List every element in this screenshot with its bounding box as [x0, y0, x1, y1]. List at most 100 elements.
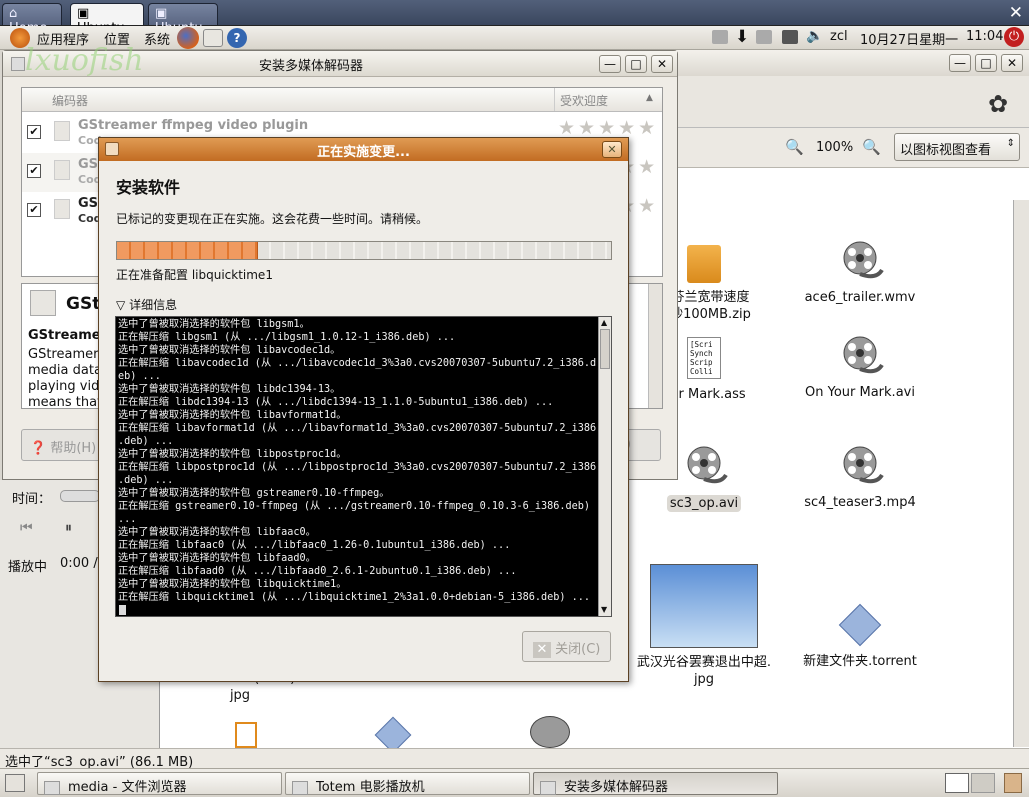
help-button-label: 帮助(H)	[50, 441, 97, 456]
close-button[interactable]: ✕	[651, 55, 673, 73]
bottom-taskbar: media - 文件浏览器 Totem 电影播放机 安装多媒体解码器	[0, 768, 1029, 797]
power-icon[interactable]: ⏻	[1004, 27, 1024, 47]
details-expander[interactable]: ▽ 详细信息	[116, 296, 177, 313]
workspace-1-icon[interactable]	[945, 773, 969, 793]
list-header: 编码器 受欢迎度 ▲	[22, 88, 662, 112]
checkbox-checked[interactable]: ✔	[27, 125, 41, 139]
close-icon[interactable]: ✕	[1009, 3, 1023, 23]
clock-time[interactable]: 11:04	[966, 29, 1003, 44]
help-button[interactable]: ❓ 帮助(H)	[21, 429, 107, 461]
show-desktop-icon[interactable]	[5, 774, 25, 792]
home-icon: ⌂	[9, 6, 18, 21]
zoom-out-icon[interactable]: 🔍	[785, 138, 804, 156]
detail-line: means that	[28, 395, 103, 409]
music-file-icon	[235, 722, 257, 748]
view-mode-select[interactable]: 以图标视图查看 ⇕	[894, 133, 1020, 161]
tab-ubuntu-active[interactable]: ▣ Ubuntu	[70, 3, 144, 36]
torrent-icon	[838, 603, 882, 647]
playback-time: 0:00 /	[60, 556, 98, 571]
codec-large-icon	[30, 290, 56, 316]
popularity-stars: ★★★★★	[558, 117, 659, 139]
chevron-updown-icon: ⇕	[1006, 138, 1015, 149]
clock-date[interactable]: 10月27日星期一	[860, 29, 958, 48]
close-button[interactable]: ✕	[1001, 54, 1023, 72]
codec-icon	[54, 160, 70, 180]
dialog-heading: 安装软件	[116, 178, 181, 197]
scroll-up-icon[interactable]: ▲	[601, 318, 607, 327]
script-line: [Scri	[690, 340, 713, 349]
script-line: Scrip	[690, 358, 713, 367]
install-progress-bar	[116, 241, 612, 260]
drive-icon[interactable]	[712, 30, 728, 44]
detail-scrollbar[interactable]	[648, 284, 662, 408]
sort-ascending-icon: ▲	[646, 93, 653, 103]
screen-icon: ▣	[155, 6, 168, 21]
file-name: 武汉光谷罢赛退出中超. jpg	[636, 655, 772, 687]
zoom-in-icon[interactable]: 🔍	[862, 138, 881, 156]
film-reel-icon	[680, 445, 728, 489]
film-reel-icon	[836, 240, 884, 284]
tab-home[interactable]: ⌂ Home	[2, 3, 62, 36]
taskbar-item-codec-installer[interactable]: 安装多媒体解码器	[533, 772, 778, 795]
file-item[interactable]: sc4_teaser3.mp4	[785, 445, 935, 510]
vnc-tab-bar: ⌂ Home ▣ Ubuntu ▣ Ubuntu ✕	[0, 0, 1029, 36]
user-name: zcl	[830, 29, 848, 44]
zoom-level: 100%	[816, 140, 854, 155]
taskbar-item-totem[interactable]: Totem 电影播放机	[285, 772, 530, 795]
file-item[interactable]: On Your Mark.avi	[785, 335, 935, 400]
close-dialog-button[interactable]: ✕ 关闭(C)	[522, 631, 611, 662]
help-icon: ❓	[30, 441, 47, 456]
maximize-button[interactable]: □	[975, 54, 997, 72]
film-reel-icon	[530, 716, 570, 748]
maximize-button[interactable]: □	[625, 55, 647, 73]
script-line: Synch	[690, 349, 713, 358]
download-icon[interactable]: ⬇	[735, 27, 749, 47]
terminal-scrollbar[interactable]: ▲ ▼	[598, 317, 611, 616]
close-button[interactable]: ✕	[602, 141, 622, 158]
taskbar-label: media - 文件浏览器	[68, 780, 187, 795]
dialog-titlebar: 正在实施变更... ✕	[99, 138, 628, 161]
checkbox-checked[interactable]: ✔	[27, 203, 41, 217]
gnome-foot-icon: ✿	[988, 90, 1009, 118]
dialog-title: 正在实施变更...	[317, 145, 410, 160]
volume-icon[interactable]: 🔈	[806, 28, 823, 44]
taskbar-item-file-browser[interactable]: media - 文件浏览器	[37, 772, 282, 795]
file-item[interactable]: 武汉光谷罢赛退出中超. jpg	[629, 564, 779, 688]
codec-icon	[54, 199, 70, 219]
column-header-popularity[interactable]: 受欢迎度	[554, 88, 608, 111]
minimize-button[interactable]: —	[949, 54, 971, 72]
seek-slider[interactable]	[60, 490, 100, 502]
file-item[interactable]: ace6_trailer.wmv	[785, 240, 935, 305]
column-header-codec[interactable]: 编码器	[52, 92, 88, 109]
taskbar-label: Totem 电影播放机	[316, 780, 425, 795]
image-thumbnail	[650, 564, 758, 648]
drive-icon[interactable]	[756, 30, 772, 44]
codec-icon	[54, 121, 70, 141]
scroll-down-icon[interactable]: ▼	[601, 605, 607, 614]
file-name: On Your Mark.avi	[805, 385, 915, 400]
playback-status: 播放中	[8, 560, 48, 575]
terminal-text: 选中了曾被取消选择的软件包 libgsm1。 正在解压缩 libgsm1 (从 …	[118, 319, 597, 603]
scrollbar-thumb[interactable]	[600, 329, 610, 369]
apply-changes-dialog: 正在实施变更... ✕ 安装软件 已标记的变更现在正在实施。这会花费一些时间。请…	[98, 137, 629, 682]
pause-icon[interactable]: ⏸	[65, 520, 72, 536]
tab-ubuntu[interactable]: ▣ Ubuntu	[148, 3, 218, 36]
terminal-output[interactable]: 选中了曾被取消选择的软件包 libgsm1。 正在解压缩 libgsm1 (从 …	[115, 316, 612, 617]
minimize-button[interactable]: —	[599, 55, 621, 73]
file-view-scrollbar[interactable]	[1013, 200, 1029, 747]
progress-status: 正在准备配置 libquicktime1	[116, 268, 273, 282]
detail-title: GStreame	[28, 328, 101, 343]
detail-line: GStreamer	[28, 347, 99, 362]
trash-icon[interactable]	[1004, 773, 1022, 793]
network-icon[interactable]	[782, 30, 798, 44]
previous-icon[interactable]: ⏮	[20, 520, 33, 536]
window-title: 安装多媒体解码器	[259, 59, 364, 74]
screen-icon: ▣	[77, 6, 90, 21]
checkbox-checked[interactable]: ✔	[27, 164, 41, 178]
archive-icon	[687, 245, 721, 283]
watermark-logo: lxuofish	[25, 43, 144, 78]
detail-line: playing vide	[28, 379, 108, 394]
workspace-2-icon[interactable]	[971, 773, 995, 793]
file-item[interactable]: 新建文件夹.torrent	[785, 603, 935, 669]
detail-description: GStreamer media data playing vide means …	[28, 347, 108, 409]
